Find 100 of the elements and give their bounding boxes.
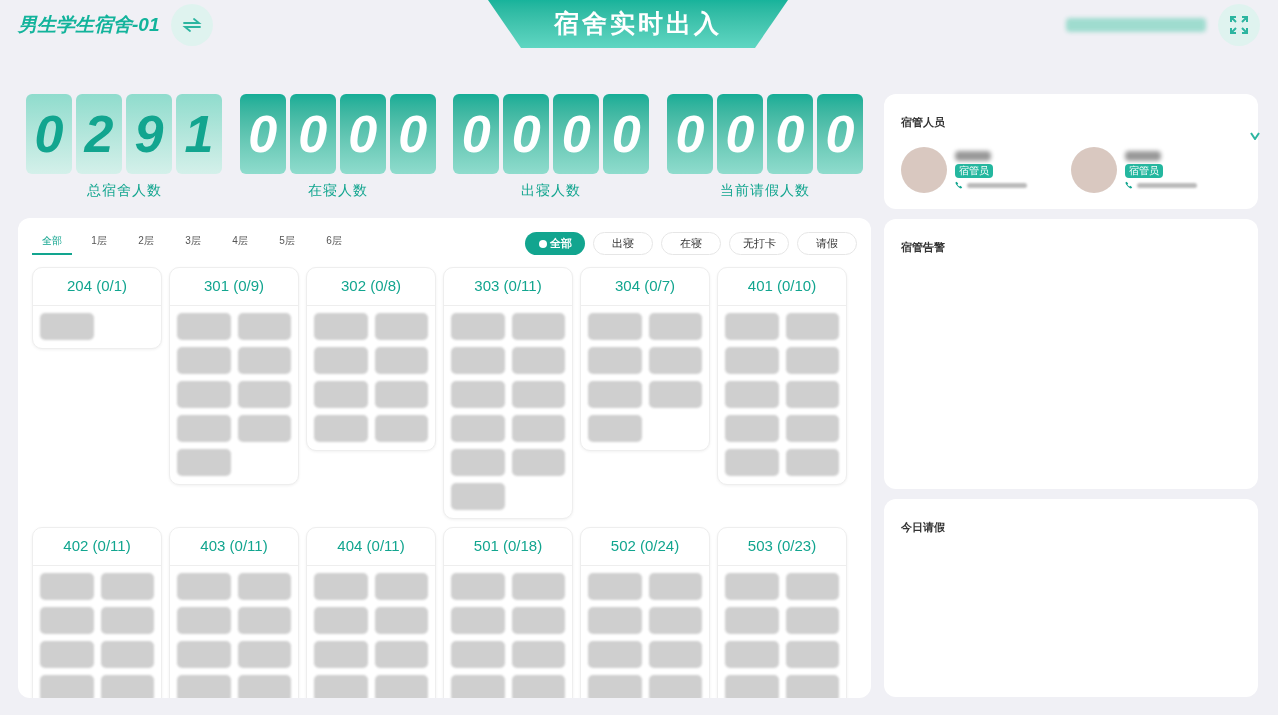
floor-tab[interactable]: 1层 <box>79 232 119 255</box>
blurred-resident-chip[interactable] <box>177 381 231 408</box>
blurred-resident-chip[interactable] <box>725 641 779 668</box>
blurred-resident-chip[interactable] <box>785 449 839 476</box>
blurred-resident-chip[interactable] <box>588 573 642 600</box>
blurred-resident-chip[interactable] <box>511 449 565 476</box>
floor-tab[interactable]: 3层 <box>173 232 213 255</box>
blurred-resident-chip[interactable] <box>725 449 779 476</box>
blurred-resident-chip[interactable] <box>648 347 702 374</box>
blurred-resident-chip[interactable] <box>451 449 505 476</box>
blurred-resident-chip[interactable] <box>314 313 368 340</box>
blurred-resident-chip[interactable] <box>785 313 839 340</box>
blurred-resident-chip[interactable] <box>511 381 565 408</box>
blurred-resident-chip[interactable] <box>177 415 231 442</box>
blurred-resident-chip[interactable] <box>374 347 428 374</box>
blurred-resident-chip[interactable] <box>588 313 642 340</box>
blurred-resident-chip[interactable] <box>588 415 642 442</box>
status-filter[interactable]: 出寝 <box>593 232 653 255</box>
blurred-resident-chip[interactable] <box>451 675 505 698</box>
blurred-resident-chip[interactable] <box>725 313 779 340</box>
blurred-resident-chip[interactable] <box>40 607 94 634</box>
blurred-resident-chip[interactable] <box>648 675 702 698</box>
blurred-resident-chip[interactable] <box>648 641 702 668</box>
blurred-resident-chip[interactable] <box>451 607 505 634</box>
blurred-resident-chip[interactable] <box>237 675 291 698</box>
blurred-resident-chip[interactable] <box>100 675 154 698</box>
blurred-resident-chip[interactable] <box>314 641 368 668</box>
blurred-resident-chip[interactable] <box>374 641 428 668</box>
status-filter[interactable]: 无打卡 <box>729 232 789 255</box>
blurred-resident-chip[interactable] <box>177 675 231 698</box>
blurred-resident-chip[interactable] <box>588 675 642 698</box>
blurred-resident-chip[interactable] <box>100 607 154 634</box>
blurred-resident-chip[interactable] <box>588 607 642 634</box>
blurred-resident-chip[interactable] <box>511 573 565 600</box>
blurred-resident-chip[interactable] <box>237 415 291 442</box>
blurred-resident-chip[interactable] <box>177 641 231 668</box>
blurred-resident-chip[interactable] <box>511 313 565 340</box>
blurred-resident-chip[interactable] <box>314 675 368 698</box>
blurred-resident-chip[interactable] <box>177 347 231 374</box>
blurred-resident-chip[interactable] <box>237 607 291 634</box>
blurred-resident-chip[interactable] <box>648 573 702 600</box>
blurred-resident-chip[interactable] <box>374 381 428 408</box>
blurred-resident-chip[interactable] <box>374 573 428 600</box>
blurred-resident-chip[interactable] <box>725 347 779 374</box>
blurred-resident-chip[interactable] <box>785 347 839 374</box>
blurred-resident-chip[interactable] <box>785 607 839 634</box>
blurred-resident-chip[interactable] <box>451 313 505 340</box>
blurred-resident-chip[interactable] <box>451 415 505 442</box>
blurred-resident-chip[interactable] <box>314 573 368 600</box>
blurred-resident-chip[interactable] <box>177 607 231 634</box>
blurred-resident-chip[interactable] <box>648 313 702 340</box>
blurred-resident-chip[interactable] <box>314 381 368 408</box>
blurred-resident-chip[interactable] <box>511 347 565 374</box>
blurred-resident-chip[interactable] <box>40 573 94 600</box>
blurred-resident-chip[interactable] <box>314 415 368 442</box>
status-filter[interactable]: 在寝 <box>661 232 721 255</box>
blurred-resident-chip[interactable] <box>40 641 94 668</box>
blurred-resident-chip[interactable] <box>314 347 368 374</box>
blurred-resident-chip[interactable] <box>177 313 231 340</box>
blurred-resident-chip[interactable] <box>177 573 231 600</box>
blurred-resident-chip[interactable] <box>588 381 642 408</box>
blurred-resident-chip[interactable] <box>451 483 505 510</box>
blurred-resident-chip[interactable] <box>785 675 839 698</box>
blurred-resident-chip[interactable] <box>237 641 291 668</box>
blurred-resident-chip[interactable] <box>511 607 565 634</box>
blurred-resident-chip[interactable] <box>451 347 505 374</box>
blurred-resident-chip[interactable] <box>374 313 428 340</box>
blurred-resident-chip[interactable] <box>725 381 779 408</box>
blurred-resident-chip[interactable] <box>100 573 154 600</box>
blurred-resident-chip[interactable] <box>451 381 505 408</box>
blurred-resident-chip[interactable] <box>40 313 94 340</box>
blurred-resident-chip[interactable] <box>237 347 291 374</box>
blurred-resident-chip[interactable] <box>785 641 839 668</box>
fullscreen-button[interactable] <box>1218 4 1260 46</box>
blurred-resident-chip[interactable] <box>588 641 642 668</box>
blurred-resident-chip[interactable] <box>785 381 839 408</box>
blurred-resident-chip[interactable] <box>374 675 428 698</box>
blurred-resident-chip[interactable] <box>511 675 565 698</box>
blurred-resident-chip[interactable] <box>511 641 565 668</box>
blurred-resident-chip[interactable] <box>237 381 291 408</box>
switch-button[interactable] <box>171 4 214 46</box>
blurred-resident-chip[interactable] <box>40 675 94 698</box>
blurred-resident-chip[interactable] <box>725 675 779 698</box>
blurred-resident-chip[interactable] <box>648 607 702 634</box>
blurred-resident-chip[interactable] <box>785 573 839 600</box>
floor-tab[interactable]: 5层 <box>267 232 307 255</box>
blurred-resident-chip[interactable] <box>314 607 368 634</box>
blurred-resident-chip[interactable] <box>725 573 779 600</box>
blurred-resident-chip[interactable] <box>648 381 702 408</box>
blurred-resident-chip[interactable] <box>451 641 505 668</box>
blurred-resident-chip[interactable] <box>451 573 505 600</box>
floor-tab[interactable]: 4层 <box>220 232 260 255</box>
blurred-resident-chip[interactable] <box>785 415 839 442</box>
blurred-resident-chip[interactable] <box>237 313 291 340</box>
floor-tab[interactable]: 2层 <box>126 232 166 255</box>
blurred-resident-chip[interactable] <box>100 641 154 668</box>
status-filter[interactable]: 请假 <box>797 232 857 255</box>
blurred-resident-chip[interactable] <box>725 415 779 442</box>
blurred-resident-chip[interactable] <box>511 415 565 442</box>
blurred-resident-chip[interactable] <box>374 415 428 442</box>
